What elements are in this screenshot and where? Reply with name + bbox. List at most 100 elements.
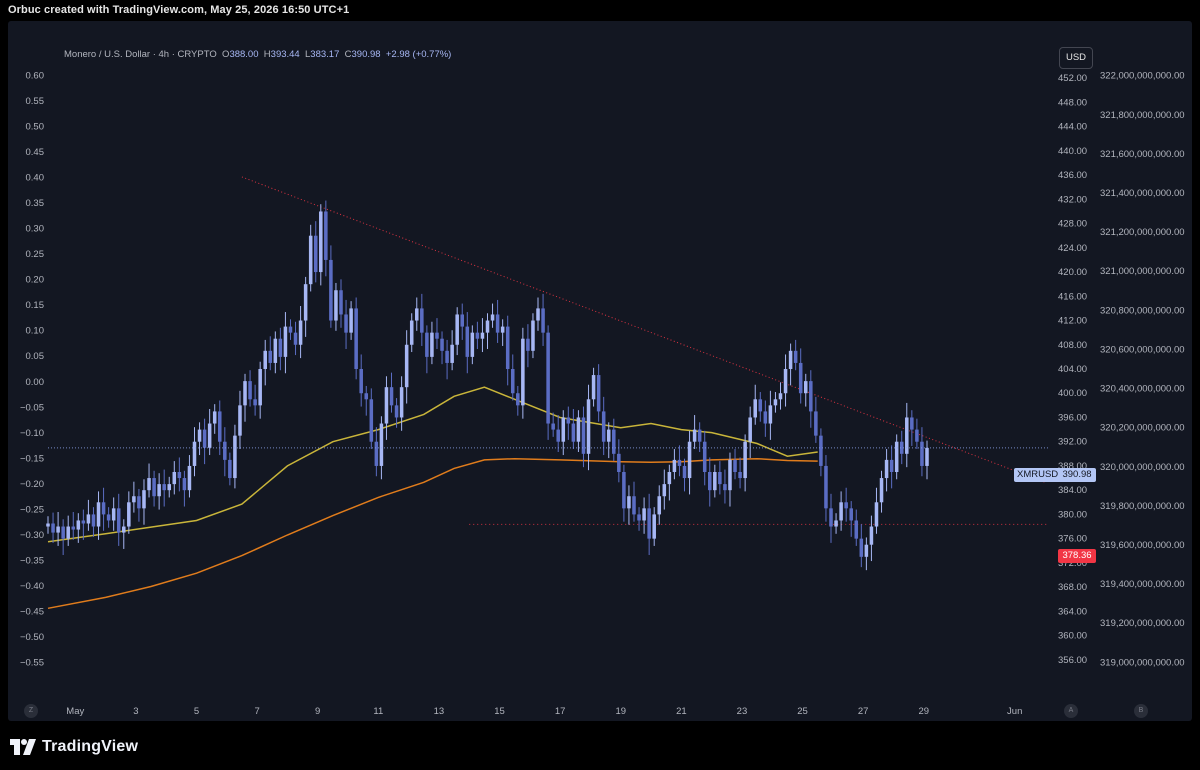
candle-body bbox=[637, 514, 641, 521]
candle-body bbox=[571, 423, 576, 442]
currency-button[interactable]: USD bbox=[1059, 47, 1093, 69]
price-axis-label: 392.00 bbox=[1058, 437, 1087, 448]
legend-high: 393.44 bbox=[270, 49, 300, 60]
symbol-price-tag: XMRUSD bbox=[1014, 468, 1062, 482]
left-axis-label: −0.10 bbox=[20, 428, 44, 439]
candle-body bbox=[334, 290, 338, 321]
left-axis-label: 0.50 bbox=[26, 121, 45, 132]
far-right-axis-label: 319,600,000,000.00 bbox=[1100, 540, 1185, 551]
left-axis-label: 0.25 bbox=[26, 249, 45, 260]
candle-body bbox=[369, 399, 374, 442]
candle-body bbox=[51, 523, 55, 533]
candle-body bbox=[591, 375, 596, 400]
candle-body bbox=[505, 326, 510, 369]
candle-body bbox=[874, 502, 879, 527]
footer bbox=[0, 722, 1200, 770]
legend-close: 390.98 bbox=[351, 49, 381, 60]
far-right-axis-label: 321,800,000,000.00 bbox=[1100, 110, 1185, 121]
far-right-axis-label: 320,200,000,000.00 bbox=[1100, 423, 1185, 434]
left-axis-label: 0.35 bbox=[26, 198, 45, 209]
candle-body bbox=[248, 381, 252, 400]
candle-body bbox=[394, 405, 399, 418]
candle-body bbox=[566, 417, 571, 424]
candle-body bbox=[879, 478, 884, 503]
candle-body bbox=[470, 332, 475, 357]
candle-body bbox=[435, 332, 439, 339]
candle-body bbox=[76, 520, 81, 530]
log-scale-button[interactable]: B bbox=[1134, 704, 1148, 718]
candle-body bbox=[420, 308, 424, 333]
ema-fast-line bbox=[47, 386, 818, 543]
candle-body bbox=[768, 405, 773, 424]
candle-body bbox=[809, 381, 813, 412]
candle-body bbox=[475, 332, 480, 339]
candle-body bbox=[430, 332, 434, 357]
zoom-reset-button[interactable]: Z bbox=[24, 704, 38, 718]
x-axis-label: 9 bbox=[315, 706, 320, 717]
x-axis-label: 25 bbox=[797, 706, 808, 717]
candle-body bbox=[601, 411, 606, 442]
candle-body bbox=[778, 393, 783, 400]
candle-body bbox=[788, 350, 793, 369]
candle-body bbox=[167, 484, 172, 491]
candle-body bbox=[718, 472, 722, 485]
left-axis-label: −0.20 bbox=[20, 479, 44, 490]
chart-frame[interactable]: 356.00 360.00 364.00 368.00 372.00 376.00 380.… bbox=[8, 21, 1192, 721]
candle-body bbox=[834, 520, 838, 527]
price-axis-label: 360.00 bbox=[1058, 631, 1087, 642]
candle-body bbox=[844, 502, 848, 509]
candle-body bbox=[657, 496, 662, 515]
auto-scale-button[interactable]: A bbox=[1064, 704, 1078, 718]
far-right-axis-label: 319,800,000,000.00 bbox=[1100, 501, 1185, 512]
candle-body bbox=[541, 308, 545, 333]
price-axis-label: 428.00 bbox=[1058, 219, 1087, 230]
candle-body bbox=[622, 472, 626, 509]
candle-body bbox=[556, 429, 560, 442]
candle-body bbox=[399, 387, 404, 418]
candle-body bbox=[798, 362, 803, 394]
legend: Monero / U.S. Dollar · 4h · CRYPTO O388.… bbox=[64, 49, 452, 60]
candle-body bbox=[733, 459, 737, 472]
candle-body bbox=[233, 435, 237, 479]
candle-body bbox=[773, 399, 778, 406]
price-axis-label: 432.00 bbox=[1058, 194, 1087, 205]
candle-body bbox=[137, 496, 141, 509]
candle-body bbox=[612, 429, 616, 454]
candle-body bbox=[182, 478, 187, 491]
price-axis-label: 452.00 bbox=[1058, 73, 1087, 84]
left-axis-label: −0.50 bbox=[20, 632, 44, 643]
legend-change: +2.98 (+0.77%) bbox=[385, 49, 452, 60]
candle-body bbox=[692, 429, 697, 442]
tradingview-logo[interactable]: TradingView bbox=[10, 738, 138, 756]
candle-body bbox=[283, 326, 288, 357]
candle-body bbox=[440, 338, 444, 351]
candle-body bbox=[869, 526, 874, 545]
candle-body bbox=[71, 526, 76, 530]
candle-body bbox=[111, 508, 116, 521]
candle-body bbox=[127, 502, 131, 527]
candle-body bbox=[288, 326, 293, 333]
candle-body bbox=[132, 496, 136, 503]
far-right-axis-label: 319,400,000,000.00 bbox=[1100, 579, 1185, 590]
candle-body bbox=[197, 429, 202, 442]
candle-body bbox=[814, 411, 818, 436]
candle-body bbox=[642, 508, 646, 521]
candle-body bbox=[263, 350, 267, 369]
candle-body bbox=[445, 350, 449, 363]
candle-body bbox=[258, 369, 262, 406]
x-axis-label: 11 bbox=[373, 706, 383, 717]
candle-body bbox=[829, 508, 833, 527]
chart-canvas[interactable]: 356.00360.00364.00368.00372.00376.00380.… bbox=[8, 21, 1192, 721]
candle-body bbox=[738, 472, 742, 479]
candle-body bbox=[319, 211, 323, 273]
candle-body bbox=[763, 411, 768, 424]
left-axis-label: 0.15 bbox=[26, 300, 45, 311]
left-axis-label: −0.35 bbox=[20, 556, 44, 567]
price-axis-label: 424.00 bbox=[1058, 243, 1087, 254]
candle-body bbox=[404, 344, 409, 388]
candle-body bbox=[293, 332, 298, 345]
candle-body bbox=[697, 429, 702, 442]
price-axis-label: 368.00 bbox=[1058, 582, 1087, 593]
candle-body bbox=[268, 350, 273, 363]
candle-body bbox=[632, 496, 636, 515]
